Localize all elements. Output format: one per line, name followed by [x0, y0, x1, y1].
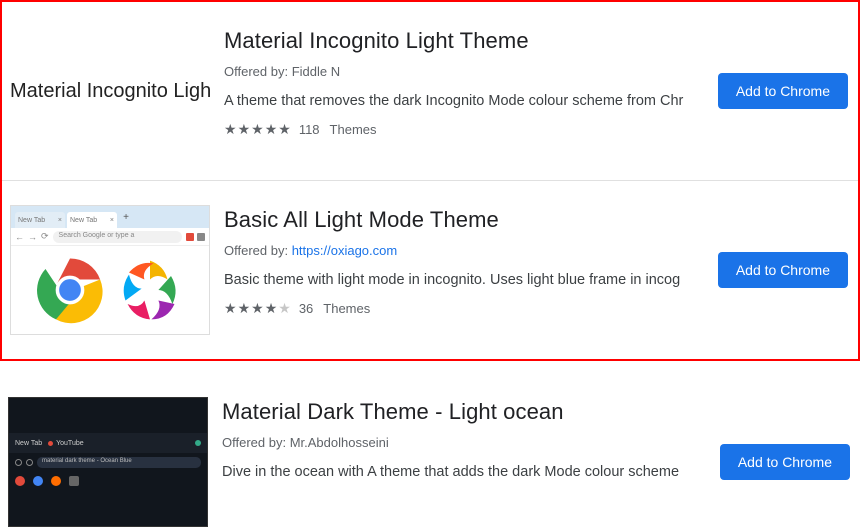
star-icon: ★ — [251, 121, 264, 138]
theme-row: New Tab× New Tab× + ← → ⟳ Search Google … — [2, 181, 858, 359]
author-name: Fiddle N — [292, 64, 340, 79]
star-icon: ★ — [238, 121, 251, 138]
new-tab-icon: + — [119, 212, 133, 228]
offered-by: Offered by: Mr.Abdolhosseini — [222, 435, 708, 450]
spacer — [0, 361, 860, 387]
theme-content: Basic All Light Mode Theme Offered by: h… — [224, 205, 706, 317]
theme-content: Material Incognito Light Theme Offered b… — [224, 26, 706, 138]
theme-content: Material Dark Theme - Light ocean Offere… — [222, 397, 708, 492]
browser-body — [11, 246, 209, 334]
star-icon: ★ — [278, 121, 291, 138]
browser-urlbar: material dark theme - Ocean Blue — [9, 453, 207, 471]
star-rating: ★ ★ ★ ★ ★ — [224, 300, 291, 317]
browser-tabbar: New Tab× New Tab× + — [11, 206, 209, 228]
theme-description: Dive in the ocean with A theme that adds… — [222, 464, 708, 480]
theme-thumbnail[interactable]: Material Incognito Light — [10, 26, 210, 156]
star-empty-icon: ★ — [278, 300, 291, 317]
star-icon: ★ — [224, 300, 237, 317]
theme-description: A theme that removes the dark Incognito … — [224, 93, 706, 109]
rating-row: ★ ★ ★ ★ ★ 118 Themes — [224, 121, 706, 138]
theme-title[interactable]: Material Dark Theme - Light ocean — [222, 399, 708, 425]
theme-description: Basic theme with light mode in incognito… — [224, 272, 706, 288]
bookmark-icon — [51, 476, 61, 486]
rating-count: 36 — [299, 301, 313, 316]
browser-tab: New Tab× — [67, 212, 117, 228]
rating-row: ★ ★ ★ ★ ★ 36 Themes — [224, 300, 706, 317]
browser-tab: YouTube — [48, 440, 84, 447]
add-to-chrome-button[interactable]: Add to Chrome — [718, 252, 848, 288]
forward-icon — [26, 459, 33, 466]
category-label: Themes — [323, 301, 370, 316]
star-icon: ★ — [238, 300, 251, 317]
bookmark-icon — [33, 476, 43, 486]
bookmark-icon — [15, 476, 25, 486]
thumb-text: Material Incognito Light — [10, 80, 210, 103]
author-name: Mr.Abdolhosseini — [290, 435, 389, 450]
chrome-logo-icon — [35, 255, 105, 325]
bookmark-bar — [9, 471, 207, 491]
theme-title[interactable]: Material Incognito Light Theme — [224, 28, 706, 54]
back-icon — [15, 459, 22, 466]
youtube-icon — [48, 441, 53, 446]
theme-thumbnail[interactable]: New Tab× New Tab× + ← → ⟳ Search Google … — [10, 205, 210, 335]
add-to-chrome-button[interactable]: Add to Chrome — [720, 444, 850, 480]
extension-icon — [186, 233, 194, 241]
category-label: Themes — [330, 122, 377, 137]
star-rating: ★ ★ ★ ★ ★ — [224, 121, 291, 138]
theme-row: Material Incognito Light Material Incogn… — [2, 2, 858, 180]
star-icon: ★ — [265, 300, 278, 317]
author-link[interactable]: https://oxiago.com — [292, 243, 398, 258]
omnibox: material dark theme - Ocean Blue — [37, 457, 201, 468]
omnibox: Search Google or type a — [53, 231, 182, 243]
profile-icon — [195, 440, 201, 446]
offered-by: Offered by: https://oxiago.com — [224, 243, 706, 258]
browser-tab: New Tab — [15, 440, 42, 447]
star-icon: ★ — [251, 300, 264, 317]
forward-icon: → — [28, 232, 37, 242]
rating-count: 118 — [299, 122, 320, 137]
star-icon: ★ — [265, 121, 278, 138]
color-swirl-icon — [115, 255, 185, 325]
theme-row: New Tab YouTube material dark theme - Oc… — [0, 387, 860, 527]
reload-icon: ⟳ — [41, 231, 49, 242]
browser-tab: New Tab× — [15, 212, 65, 228]
add-to-chrome-button[interactable]: Add to Chrome — [718, 73, 848, 109]
browser-urlbar: ← → ⟳ Search Google or type a — [11, 228, 209, 246]
theme-thumbnail[interactable]: New Tab YouTube material dark theme - Oc… — [8, 397, 208, 527]
browser-tabbar: New Tab YouTube — [9, 433, 207, 453]
offered-by: Offered by: Fiddle N — [224, 64, 706, 79]
extension-icon — [197, 233, 205, 241]
theme-title[interactable]: Basic All Light Mode Theme — [224, 207, 706, 233]
star-icon: ★ — [224, 121, 237, 138]
highlighted-results: Material Incognito Light Material Incogn… — [0, 0, 860, 361]
bookmark-icon — [69, 476, 79, 486]
back-icon: ← — [15, 232, 24, 242]
